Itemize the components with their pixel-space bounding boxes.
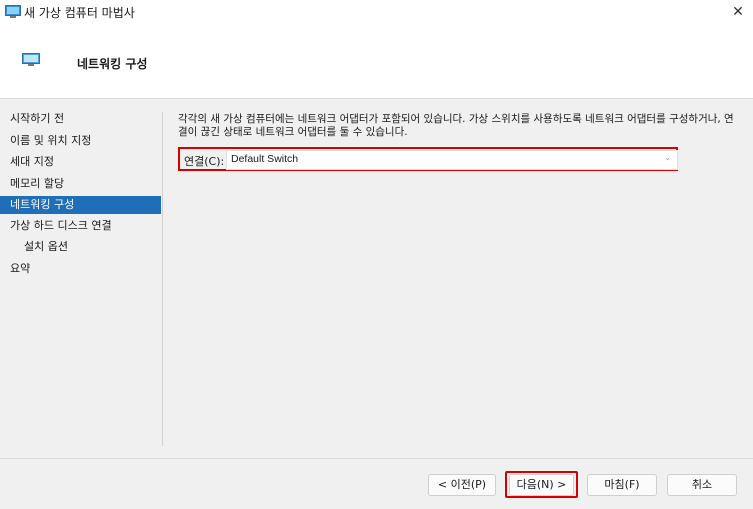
monitor-icon xyxy=(5,5,21,18)
close-button[interactable]: ✕ xyxy=(723,0,753,24)
description-text: 각각의 새 가상 컴퓨터에는 네트워크 어댑터가 포함되어 있습니다. 가상 스… xyxy=(178,113,734,138)
step-generation[interactable]: 세대 지정 xyxy=(0,153,161,171)
step-name-location[interactable]: 이름 및 위치 지정 xyxy=(0,132,161,150)
close-icon: ✕ xyxy=(732,4,744,20)
page-title: 네트워킹 구성 xyxy=(77,57,148,71)
sidebar-divider xyxy=(162,112,163,446)
footer-divider xyxy=(0,458,753,459)
cancel-button[interactable]: 취소 xyxy=(667,474,737,496)
prev-button[interactable]: < 이전(P) xyxy=(428,474,496,496)
connection-select[interactable]: Default Switch ⌄ xyxy=(226,150,678,170)
step-summary[interactable]: 요약 xyxy=(0,260,161,278)
chevron-down-icon: ⌄ xyxy=(664,153,671,162)
connection-value: Default Switch xyxy=(231,153,299,165)
finish-button[interactable]: 마침(F) xyxy=(587,474,657,496)
monitor-icon xyxy=(22,53,40,66)
connection-highlight: 연결(C): Default Switch ⌄ xyxy=(178,147,678,171)
step-memory[interactable]: 메모리 할당 xyxy=(0,175,161,193)
wizard-steps: 시작하기 전 이름 및 위치 지정 세대 지정 메모리 할당 네트워킹 구성 가… xyxy=(0,110,161,446)
window-title: 새 가상 컴퓨터 마법사 xyxy=(24,6,135,20)
title-bar: 새 가상 컴퓨터 마법사 ✕ xyxy=(0,0,753,24)
connection-label: 연결(C): xyxy=(184,155,225,168)
step-virtual-disk[interactable]: 가상 하드 디스크 연결 xyxy=(0,217,161,235)
step-before-you-begin[interactable]: 시작하기 전 xyxy=(0,110,161,128)
step-install-options[interactable]: 설치 옵션 xyxy=(0,238,161,256)
page-header: 네트워킹 구성 xyxy=(0,24,753,99)
next-button[interactable]: 다음(N) > xyxy=(509,474,574,496)
step-networking[interactable]: 네트워킹 구성 xyxy=(0,196,161,214)
